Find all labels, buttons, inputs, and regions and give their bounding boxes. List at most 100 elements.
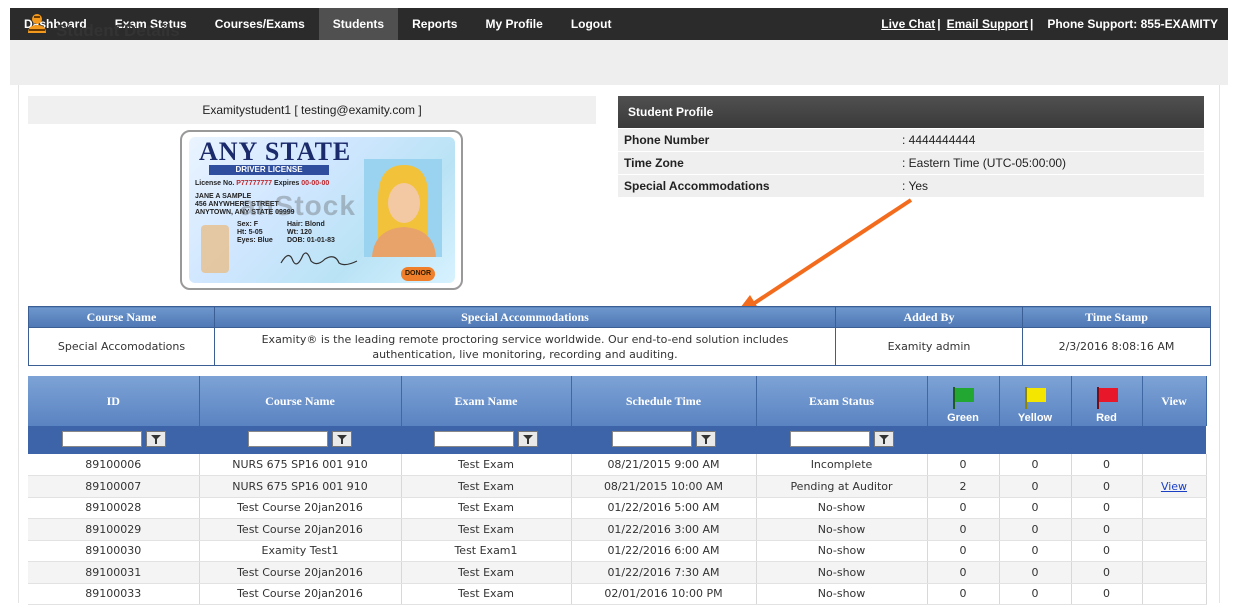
cell-green-count: 2	[927, 475, 1000, 498]
table-row[interactable]: 89100033 Test Course 20jan2016 Test Exam 02…	[28, 583, 1207, 605]
signature-icon	[280, 252, 358, 266]
cell-exam-status: No-show	[756, 518, 928, 541]
nav-students[interactable]: Students	[318, 8, 399, 40]
profile-label: Special Accommodations	[624, 179, 770, 193]
exams-table: ID Course Name Exam Name Schedule Time E…	[28, 376, 1207, 605]
filter-icon[interactable]	[332, 430, 352, 447]
filter-cell-empty	[1071, 426, 1142, 454]
cell-course-name: Test Course 20jan2016	[199, 561, 402, 584]
cell-course-name: NURS 675 SP16 001 910	[199, 475, 402, 498]
cell-course: Special Accomodations	[28, 327, 215, 366]
cell-schedule-time: 02/01/2016 10:00 PM	[571, 583, 757, 605]
page-title: Student Details	[56, 21, 180, 40]
live-chat-link[interactable]: Live Chat	[881, 17, 935, 31]
cell-course-name: Examity Test1	[199, 540, 402, 562]
cell-red-count: 0	[1071, 540, 1143, 562]
cell-schedule-time: 01/22/2016 6:00 AM	[571, 540, 757, 562]
col-header-id[interactable]: ID	[28, 376, 200, 426]
col-header-course[interactable]: Course Name	[199, 376, 402, 426]
card-hair: Hair: Blond	[287, 221, 325, 228]
profile-label: Phone Number	[624, 133, 710, 147]
cell-course-name: NURS 675 SP16 001 910	[199, 454, 402, 476]
separator: |	[937, 17, 941, 31]
cell-green-count: 0	[927, 540, 1000, 562]
profile-value: : Yes	[902, 179, 929, 193]
cell-red-count: 0	[1071, 475, 1143, 498]
profile-row-accommodations: Special Accommodations : Yes	[618, 175, 1204, 197]
filter-icon[interactable]	[695, 430, 716, 447]
cell-yellow-count: 0	[999, 454, 1072, 476]
email-support-link[interactable]: Email Support	[947, 17, 1028, 31]
profile-label: Time Zone	[624, 156, 684, 170]
cell-exam-status: No-show	[756, 497, 928, 519]
nav-courses-exams[interactable]: Courses/Exams	[201, 8, 319, 40]
cell-exam-status: No-show	[756, 583, 928, 605]
filter-input-id[interactable]	[61, 430, 142, 447]
cell-id: 89100029	[28, 518, 200, 541]
cell-green-count: 0	[927, 583, 1000, 605]
profile-row-timezone: Time Zone : Eastern Time (UTC-05:00:00)	[618, 152, 1204, 174]
col-header: Added By	[835, 306, 1023, 328]
cell-accommodation-text: Examity® is the leading remote proctorin…	[214, 327, 836, 366]
table-row[interactable]: 89100006 NURS 675 SP16 001 910 Test Exam 08…	[28, 454, 1207, 476]
cell-exam-name: Test Exam	[401, 561, 572, 584]
support-links: Live Chat | Email Support | Phone Suppor…	[881, 17, 1228, 31]
cell-course-name: Test Course 20jan2016	[199, 518, 402, 541]
card-eyes: Eyes: Blue	[237, 237, 273, 244]
filter-icon[interactable]	[873, 430, 894, 447]
nav-reports[interactable]: Reports	[398, 8, 471, 40]
table-row[interactable]: 89100007 NURS 675 SP16 001 910 Test Exam 08…	[28, 475, 1207, 498]
phone-support: Phone Support: 855-EXAMITY	[1047, 17, 1218, 31]
cell-schedule-time: 01/22/2016 5:00 AM	[571, 497, 757, 519]
filter-cell-empty	[999, 426, 1071, 454]
cell-red-count: 0	[1071, 454, 1143, 476]
card-dob: DOB: 01-01-83	[287, 237, 335, 244]
filter-input-course[interactable]	[248, 430, 328, 447]
cell-yellow-count: 0	[999, 540, 1072, 562]
table-row[interactable]: 89100031 Test Course 20jan2016 Test Exam 01…	[28, 561, 1207, 584]
filter-cell-schedule	[571, 426, 756, 454]
col-header-green: Green	[927, 376, 1000, 426]
cell-view	[1142, 518, 1207, 541]
col-header: Course Name	[28, 306, 215, 328]
cell-schedule-time: 01/22/2016 3:00 AM	[571, 518, 757, 541]
cell-yellow-count: 0	[999, 583, 1072, 605]
card-state: ANY STATE	[199, 137, 352, 166]
col-header-exam[interactable]: Exam Name	[401, 376, 572, 426]
view-link[interactable]: View	[1161, 480, 1187, 493]
expires-label: Expires	[274, 180, 300, 187]
separator: |	[1029, 17, 1034, 31]
filter-input-schedule[interactable]	[611, 430, 692, 447]
cell-view	[1142, 454, 1207, 476]
profile-header: Student Profile	[618, 96, 1204, 128]
cell-exam-name: Test Exam	[401, 518, 572, 541]
filter-cell-empty	[1142, 426, 1206, 454]
cell-schedule-time: 08/21/2015 10:00 AM	[571, 475, 757, 498]
table-row[interactable]: 89100030 Examity Test1 Test Exam1 01/22/201…	[28, 540, 1207, 562]
expires-value: 00-00-00	[301, 180, 330, 187]
watermark: anStock	[240, 190, 356, 221]
profile-value: : 4444444444	[902, 133, 976, 147]
table-row[interactable]: 89100028 Test Course 20jan2016 Test Exam 01…	[28, 497, 1207, 519]
filter-icon[interactable]	[145, 430, 166, 447]
cell-schedule-time: 01/22/2016 7:30 AM	[571, 561, 757, 584]
card-license-line: License No. P77777777 Expires 00-00-00	[195, 180, 329, 187]
filter-input-status[interactable]	[789, 430, 870, 447]
nav-my-profile[interactable]: My Profile	[471, 8, 556, 40]
cell-exam-status: Incomplete	[756, 454, 928, 476]
card-weight: Wt: 120	[287, 229, 312, 236]
cell-id: 89100031	[28, 561, 200, 584]
cell-id: 89100030	[28, 540, 200, 562]
user-icon	[28, 14, 46, 33]
col-header: Time Stamp	[1022, 306, 1211, 328]
filter-icon[interactable]	[518, 430, 538, 447]
nav-logout[interactable]: Logout	[557, 8, 626, 40]
col-header-schedule[interactable]: Schedule Time	[571, 376, 757, 426]
filter-input-exam[interactable]	[434, 430, 514, 447]
red-label: Red	[1096, 412, 1117, 424]
cell-exam-name: Test Exam	[401, 497, 572, 519]
cell-red-count: 0	[1071, 583, 1143, 605]
col-header-status[interactable]: Exam Status	[756, 376, 928, 426]
table-row[interactable]: 89100029 Test Course 20jan2016 Test Exam 01…	[28, 518, 1207, 541]
cell-yellow-count: 0	[999, 497, 1072, 519]
